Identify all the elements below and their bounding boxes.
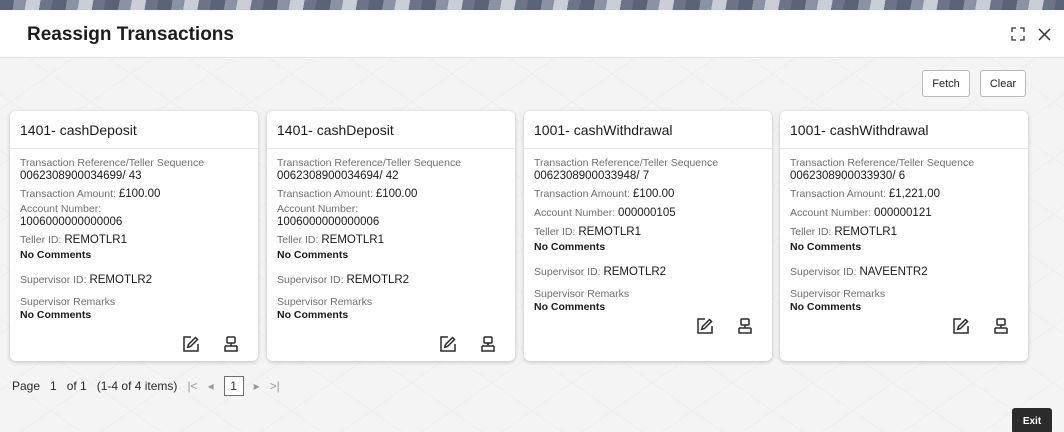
teller-label: Teller ID:	[534, 226, 579, 238]
teller-comments: No Comments	[534, 241, 606, 253]
teller-comments: No Comments	[277, 249, 349, 261]
supervisor-value: REMOTLR2	[346, 274, 410, 286]
supervisor-remarks-value: No Comments	[20, 309, 92, 321]
transaction-card: 1001- cashWithdrawal Transaction Referen…	[524, 111, 772, 361]
account-value: 1006000000000006	[20, 216, 123, 228]
amount-value: £100.00	[118, 188, 161, 200]
teller-value: REMOTLR1	[321, 234, 384, 246]
amount-value: £1,221.00	[888, 188, 940, 200]
card-body: Transaction Reference/Teller Sequence 00…	[534, 157, 764, 315]
supervisor-remarks-label: Supervisor Remarks	[20, 296, 116, 308]
amount-label: Transaction Amount:	[790, 188, 889, 200]
items-summary: (1-4 of 4 items)	[96, 379, 178, 393]
card-divider	[267, 148, 515, 149]
reference-label: Transaction Reference/Teller Sequence	[20, 157, 205, 169]
first-page-icon[interactable]: |<	[187, 379, 197, 393]
amount-value: £100.00	[375, 188, 418, 200]
transaction-card: 1401- cashDeposit Transaction Reference/…	[267, 111, 515, 361]
reference-value: 0062308900034699/ 43	[20, 170, 142, 182]
card-title: 1001- cashWithdrawal	[790, 122, 929, 138]
teller-label: Teller ID:	[277, 234, 322, 246]
edit-icon[interactable]	[696, 317, 714, 335]
account-value: 000000121	[874, 207, 932, 219]
supervisor-remarks-label: Supervisor Remarks	[790, 288, 886, 300]
teller-value: REMOTLR1	[578, 226, 641, 238]
teller-assign-icon[interactable]	[992, 317, 1010, 335]
reference-label: Transaction Reference/Teller Sequence	[790, 157, 975, 169]
card-title: 1401- cashDeposit	[277, 122, 394, 138]
account-label: Account Number:	[20, 203, 102, 215]
card-title: 1001- cashWithdrawal	[534, 122, 673, 138]
next-page-icon[interactable]: ▸	[254, 379, 260, 393]
card-divider	[10, 148, 258, 149]
card-title: 1401- cashDeposit	[20, 122, 137, 138]
page-number-button[interactable]: 1	[223, 376, 244, 396]
reference-value: 0062308900033948/ 7	[534, 170, 650, 182]
amount-value: £100.00	[632, 188, 675, 200]
account-label: Account Number:	[534, 207, 619, 219]
reference-value: 0062308900034694/ 42	[277, 170, 399, 182]
teller-label: Teller ID:	[20, 234, 65, 246]
transaction-card: 1401- cashDeposit Transaction Reference/…	[10, 111, 258, 361]
supervisor-remarks-value: No Comments	[277, 309, 349, 321]
supervisor-label: Supervisor ID:	[534, 266, 604, 278]
amount-label: Transaction Amount:	[277, 188, 376, 200]
supervisor-label: Supervisor ID:	[20, 274, 90, 286]
account-value: 000000105	[618, 207, 676, 219]
card-body: Transaction Reference/Teller Sequence 00…	[20, 157, 250, 323]
reference-label: Transaction Reference/Teller Sequence	[534, 157, 719, 169]
page-label: Page	[12, 379, 41, 393]
pagination-bar: Page 1 of 1 (1-4 of 4 items) |< ◂ 1 ▸ >|	[12, 376, 290, 396]
edit-icon[interactable]	[439, 335, 457, 353]
amount-label: Transaction Amount:	[534, 188, 633, 200]
supervisor-remarks-value: No Comments	[790, 301, 862, 313]
card-body: Transaction Reference/Teller Sequence 00…	[277, 157, 507, 323]
supervisor-value: REMOTLR2	[89, 274, 153, 286]
teller-assign-icon[interactable]	[222, 335, 240, 353]
account-label: Account Number:	[790, 207, 875, 219]
close-icon[interactable]	[1034, 24, 1054, 44]
teller-value: REMOTLR1	[64, 234, 127, 246]
edit-icon[interactable]	[952, 317, 970, 335]
account-label: Account Number:	[277, 203, 359, 215]
current-page-input[interactable]: 1	[50, 379, 57, 393]
teller-comments: No Comments	[20, 249, 92, 261]
supervisor-value: REMOTLR2	[603, 266, 667, 278]
teller-comments: No Comments	[790, 241, 862, 253]
page-total: of 1	[66, 379, 87, 393]
reassign-transactions-window: Reassign Transactions Fetch Clear 1401- …	[0, 10, 1064, 432]
transaction-card: 1001- cashWithdrawal Transaction Referen…	[780, 111, 1028, 361]
previous-page-icon[interactable]: ◂	[208, 379, 214, 393]
maximize-icon[interactable]	[1008, 24, 1028, 44]
supervisor-value: NAVEENTR2	[859, 266, 928, 278]
exit-button[interactable]: Exit	[1012, 408, 1052, 432]
supervisor-remarks-label: Supervisor Remarks	[277, 296, 373, 308]
card-body: Transaction Reference/Teller Sequence 00…	[790, 157, 1020, 315]
card-divider	[780, 148, 1028, 149]
top-banner-strip	[0, 0, 1064, 10]
reference-value: 0062308900033930/ 6	[790, 170, 906, 182]
teller-label: Teller ID:	[790, 226, 835, 238]
amount-label: Transaction Amount:	[20, 188, 119, 200]
fetch-button[interactable]: Fetch	[922, 70, 970, 97]
clear-button[interactable]: Clear	[980, 70, 1026, 97]
supervisor-label: Supervisor ID:	[277, 274, 347, 286]
page-title: Reassign Transactions	[27, 24, 234, 45]
supervisor-label: Supervisor ID:	[790, 266, 860, 278]
last-page-icon[interactable]: >|	[270, 379, 280, 393]
teller-value: REMOTLR1	[834, 226, 897, 238]
account-value: 1006000000000006	[277, 216, 380, 228]
supervisor-remarks-value: No Comments	[534, 301, 606, 313]
card-divider	[524, 148, 772, 149]
edit-icon[interactable]	[182, 335, 200, 353]
reference-label: Transaction Reference/Teller Sequence	[277, 157, 462, 169]
teller-assign-icon[interactable]	[736, 317, 754, 335]
teller-assign-icon[interactable]	[479, 335, 497, 353]
supervisor-remarks-label: Supervisor Remarks	[534, 288, 630, 300]
window-header: Reassign Transactions	[0, 10, 1064, 58]
